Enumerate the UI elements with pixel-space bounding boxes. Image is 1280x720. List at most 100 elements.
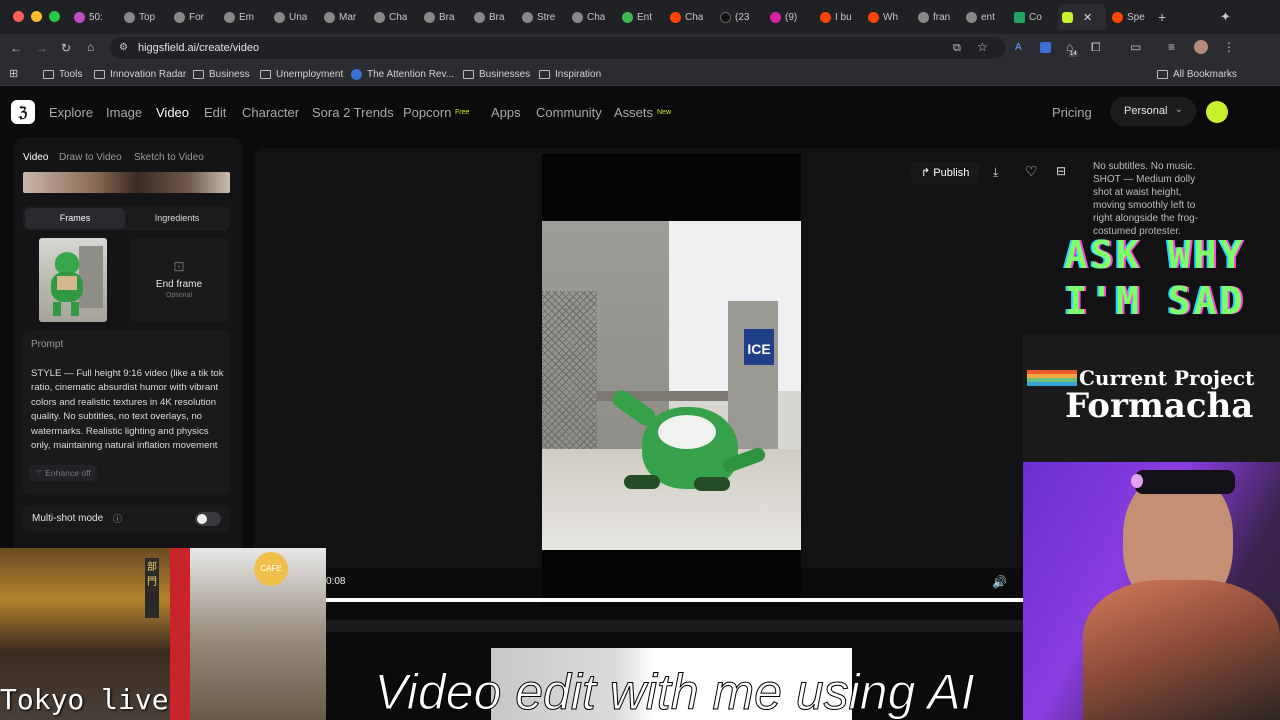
address-bar[interactable]: ⚙ higgsfield.ai/create/video ⧉ ☆ [110,37,1006,59]
reading-list-icon[interactable]: ≡ [1168,40,1175,54]
end-frame-slot[interactable]: ⊡ End frame Optional [130,238,228,322]
browser-tab[interactable]: Stre [522,6,555,28]
nav-edit[interactable]: Edit [204,105,226,120]
translate-icon[interactable]: A [1015,41,1022,55]
tokyo-live-label: Tokyo live [0,683,169,716]
info-icon[interactable]: ⓘ [113,512,122,525]
new-tab-button[interactable]: + [1158,6,1166,28]
browser-tab[interactable]: Ent [622,6,652,28]
profile-avatar[interactable] [1194,40,1208,54]
nav-image[interactable]: Image [106,105,142,120]
url-text[interactable]: higgsfield.ai/create/video [138,42,259,54]
browser-tab[interactable]: For [174,6,204,28]
bookmark-folder[interactable]: Tools [43,66,82,82]
bookmark-folder[interactable]: Business [193,66,250,82]
reload-icon[interactable]: ↻ [61,41,71,55]
mode-tab-draw-to-video[interactable]: Draw to Video [59,152,122,163]
browser-tab[interactable]: Mar [324,6,356,28]
multishot-switch[interactable] [195,512,221,526]
all-bookmarks-folder[interactable]: All Bookmarks [1157,66,1237,82]
tab-label: Ent [637,11,653,23]
browser-tab[interactable]: (9) [770,6,797,28]
apps-grid-icon[interactable]: ⊞ [9,67,18,81]
install-app-icon[interactable]: ⧉ [953,41,961,55]
frames-tab[interactable]: Frames [25,208,125,229]
enhance-toggle[interactable]: ⚚ Enhance off [29,465,97,481]
back-arrow-icon[interactable]: ← [10,41,22,55]
browser-tab[interactable]: 50: [74,6,103,28]
nav-explore[interactable]: Explore [49,105,93,120]
wand-icon: ⚚ [35,468,46,478]
mode-tab-sketch-to-video[interactable]: Sketch to Video [134,152,204,163]
start-frame-thumbnail[interactable] [39,238,107,322]
browser-tab[interactable]: (23 [720,6,749,28]
browser-tab[interactable]: ent [966,6,995,28]
browser-tab[interactable]: I bu [820,6,852,28]
video-player[interactable]: ICE [542,154,801,606]
graphic-tshirt [1083,580,1280,720]
publish-button[interactable]: ↱ Publish [911,162,980,184]
browser-tab-active[interactable]: ✕ [1058,4,1106,30]
nav-video[interactable]: Video [156,105,189,120]
nav-character[interactable]: Character [242,105,299,120]
bookmark-folder[interactable]: Inspiration [539,66,601,82]
close-window-button[interactable] [13,11,24,22]
browser-tab[interactable]: Bra [474,6,505,28]
folder-icon [193,69,204,79]
bookmarks-bar: ⊞ Tools Innovation Radar Business Unempl… [0,62,1280,86]
browser-tab[interactable]: Cha [670,6,703,28]
stream-caption: Video edit with me using AI [374,664,975,720]
browser-tab[interactable]: Wh [868,6,898,28]
prompt-box[interactable]: Prompt STYLE — Full height 9:16 video (l… [23,330,230,495]
mode-tab-video[interactable]: Video [23,152,48,163]
tab-search-icon[interactable]: ▭ [1130,40,1141,54]
close-tab-icon[interactable]: ✕ [1083,11,1092,24]
bookmark-folder[interactable]: Unemployment [260,66,343,82]
wordpress-icon [351,68,362,80]
extension-icon[interactable] [1040,42,1051,53]
nav-sora-trends[interactable]: Sora 2 Trends [312,105,394,120]
maximize-window-button[interactable] [49,11,60,22]
browser-tab[interactable]: Co [1014,6,1042,28]
browser-tab[interactable]: Una [274,6,307,28]
home-icon[interactable]: ⌂ [87,40,94,54]
bookmark-folder[interactable]: Businesses [463,66,530,82]
workspace-dropdown[interactable]: Personal ⌄ [1110,97,1196,126]
save-folder-icon[interactable]: ⊟ [1056,164,1066,178]
ai-sparkle-icon[interactable]: ✦ [1220,6,1231,28]
browser-tab[interactable]: fran [918,6,950,28]
browser-tab[interactable]: Bra [424,6,455,28]
pricing-link[interactable]: Pricing [1052,105,1092,120]
ingredients-tab[interactable]: Ingredients [127,208,227,229]
forward-arrow-icon[interactable]: → [36,41,48,55]
download-icon[interactable]: ⤓ [993,165,998,180]
nav-community[interactable]: Community [536,105,602,120]
nav-assets[interactable]: Assets [614,105,653,120]
browser-tab[interactable]: Cha [572,6,605,28]
minimize-window-button[interactable] [31,11,42,22]
chain-fence [542,291,597,456]
user-avatar[interactable] [1206,101,1228,123]
end-frame-label: End frame [155,279,203,290]
browser-tab[interactable]: Top [124,6,155,28]
reference-image-strip[interactable] [23,172,230,193]
browser-tab[interactable]: Spe [1112,6,1145,28]
browser-tab[interactable]: Cha [374,6,407,28]
video-frame: ICE [542,221,801,550]
browser-tab[interactable]: Em [224,6,254,28]
nav-popcorn[interactable]: Popcorn [403,105,451,120]
heart-icon[interactable]: ♡ [1025,163,1038,180]
prompt-textarea[interactable]: STYLE — Full height 9:16 video (like a t… [31,367,225,455]
site-info-icon[interactable]: ⚙ [119,41,128,55]
workspace-label: Personal [1124,105,1168,117]
bookmark-link[interactable]: The Attention Rev... [351,66,454,82]
browser-menu-icon[interactable]: ⋮ [1223,40,1235,54]
nav-apps[interactable]: Apps [491,105,521,120]
reddit-icon [868,11,879,23]
publish-label: Publish [933,167,970,179]
video-progress-track[interactable] [326,598,1024,602]
higgsfield-logo[interactable]: ℨ [11,100,35,124]
bookmark-folder[interactable]: Innovation Radar [94,66,186,82]
puzzle-extensions-icon[interactable]: ⧠ [1091,40,1101,54]
bookmark-star-icon[interactable]: ☆ [977,40,988,54]
